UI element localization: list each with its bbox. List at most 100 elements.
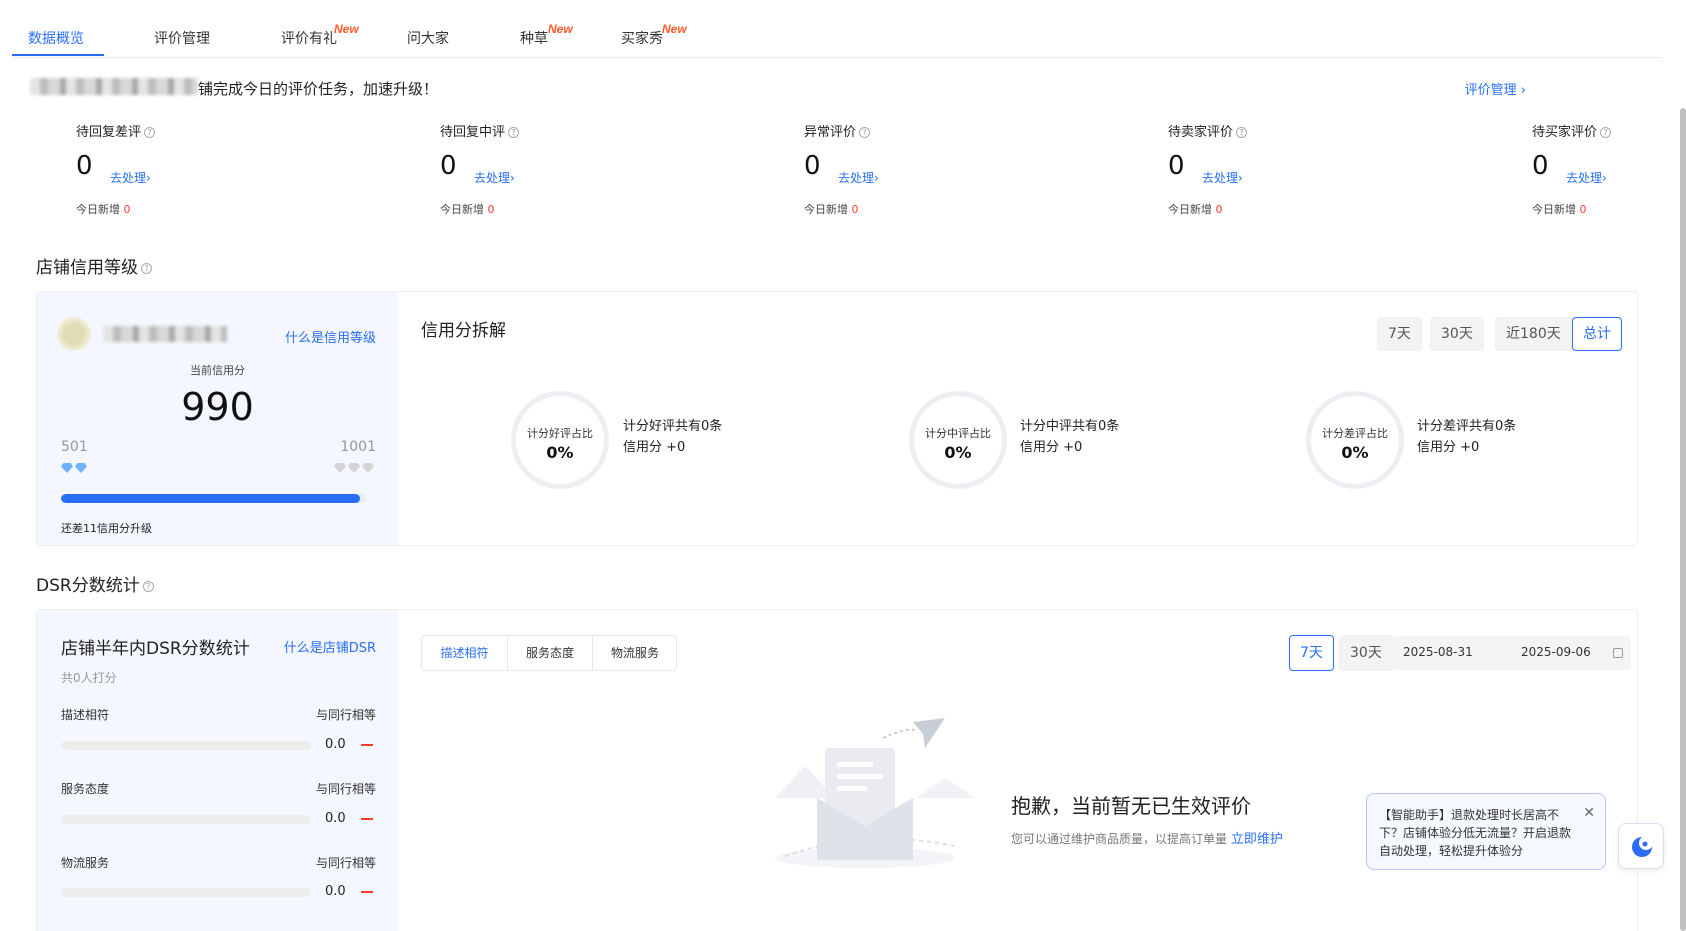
close-icon[interactable]: ✕ (1583, 804, 1595, 822)
stat-count: 0 (804, 151, 821, 181)
today-new-label: 今日新增 (440, 203, 484, 216)
help-icon[interactable]: ? (141, 262, 152, 274)
today-new-value: 0 (123, 203, 131, 216)
blurred-level-name (103, 326, 227, 342)
date-start: 2025-08-31 (1403, 645, 1473, 659)
today-new-label: 今日新增 (1168, 203, 1212, 216)
stat-title: 异常评价 (804, 125, 857, 140)
current-credit-label: 当前信用分 (190, 364, 245, 377)
new-badge: New (548, 22, 573, 36)
period-total-button[interactable]: 总计 (1572, 317, 1622, 351)
stat-pending-bad-reply: 待回复差评? 0 去处理› 今日新增 0 (76, 121, 276, 216)
what-is-credit-link[interactable]: 什么是信用等级 (285, 327, 376, 346)
active-tab-indicator (12, 54, 104, 56)
ring-value: 0% (944, 443, 972, 462)
period-30d-button[interactable]: 30天 (1430, 317, 1484, 351)
tab-review-rewards[interactable]: 评价有礼 New (281, 22, 359, 48)
period-7d-button[interactable]: 7天 (1377, 317, 1422, 351)
dsr-row-compare: 与同行相等 (315, 782, 376, 796)
dsr-row-compare: 与同行相等 (315, 708, 376, 722)
diamond-icon (334, 463, 346, 473)
credit-max: 1001 (340, 439, 376, 455)
credit-breakdown-title: 信用分拆解 (421, 321, 506, 341)
stat-count: 0 (1168, 151, 1185, 181)
stat-pending-buyer-review: 待买家评价? 0 去处理› 今日新增 0 (1532, 121, 1686, 216)
tab-ask-everyone[interactable]: 问大家 (407, 28, 449, 48)
assistant-toast: 【智能助手】退款处理时长居高不下？店铺体验分低无流量？开启退款自动处理，轻松提升… (1366, 793, 1606, 870)
tab-seeding[interactable]: 种草 New (520, 22, 573, 48)
dsr-row-label: 物流服务 (61, 856, 110, 870)
stat-title: 待回复差评 (76, 125, 142, 140)
good-review-detail: 计分好评共有0条 信用分 +0 (623, 416, 722, 458)
page-scrollbar[interactable] (1680, 108, 1686, 931)
review-management-link[interactable]: 评价管理 › (1465, 79, 1526, 98)
ring-label: 计分好评占比 (527, 427, 593, 440)
ring-count-text: 计分好评共有0条 (623, 419, 723, 434)
tab-description-match[interactable]: 描述相符 (422, 636, 507, 670)
empty-mailbox-illustration (775, 718, 975, 868)
ring-count-text: 计分中评共有0条 (1020, 419, 1120, 434)
dsr-rating-count: 共0人打分 (61, 671, 117, 685)
next-level-diamonds (334, 458, 376, 477)
dsr-compare-dash (361, 744, 373, 746)
today-new-value: 0 (1579, 203, 1587, 216)
process-link[interactable]: 去处理› (110, 169, 151, 186)
today-new-value: 0 (1215, 203, 1223, 216)
assistant-icon (1632, 836, 1653, 857)
help-icon[interactable]: ? (1600, 127, 1612, 138)
tab-data-overview[interactable]: 数据概览 (28, 28, 84, 48)
process-link[interactable]: 去处理› (474, 169, 515, 186)
help-icon[interactable]: ? (859, 127, 871, 138)
dsr-row-value: 0.0 (325, 811, 346, 826)
dsr-period-7d-button[interactable]: 7天 (1289, 635, 1334, 671)
process-link[interactable]: 去处理› (1202, 169, 1243, 186)
dsr-compare-dash (361, 891, 373, 893)
ring-score-text: 信用分 +0 (1020, 440, 1083, 455)
maintain-now-link[interactable]: 立即维护 (1231, 832, 1283, 847)
tab-service-attitude[interactable]: 服务态度 (508, 636, 592, 670)
dsr-row-bar (61, 741, 311, 750)
help-icon[interactable]: ? (144, 127, 156, 138)
today-new-value: 0 (487, 203, 495, 216)
help-icon[interactable]: ? (142, 580, 154, 592)
tab-logistics-service[interactable]: 物流服务 (593, 636, 677, 670)
tab-buyer-show[interactable]: 买家秀 New (621, 22, 687, 48)
stat-title: 待卖家评价 (1168, 125, 1234, 140)
tab-review-management[interactable]: 评价管理 (154, 28, 210, 48)
dsr-panel-title: 店铺半年内DSR分数统计 (61, 639, 250, 659)
new-badge: New (334, 22, 359, 36)
help-icon[interactable]: ? (1236, 127, 1248, 138)
dsr-row-label: 描述相符 (61, 708, 110, 722)
credit-progress-fill (61, 494, 360, 503)
empty-state-subtitle: 您可以通过维护商品质量，以提高订单量 立即维护 (1011, 832, 1283, 847)
mid-review-detail: 计分中评共有0条 信用分 +0 (1020, 416, 1119, 458)
current-level-diamonds (61, 458, 89, 477)
stat-count: 0 (1532, 151, 1549, 181)
what-is-dsr-link[interactable]: 什么是店铺DSR (284, 637, 376, 656)
credit-card: 什么是信用等级 当前信用分 990 501 1001 还差11信用分升级 信用分… (36, 291, 1638, 546)
credit-score-panel: 什么是信用等级 当前信用分 990 501 1001 还差11信用分升级 (37, 292, 398, 545)
ring-score-text: 信用分 +0 (1417, 440, 1480, 455)
stat-abnormal-review: 异常评价? 0 去处理› 今日新增 0 (804, 121, 1004, 216)
upgrade-remaining: 还差11信用分升级 (61, 522, 152, 535)
ring-value: 0% (546, 443, 574, 462)
dsr-row-label: 服务态度 (61, 782, 110, 796)
today-new-label: 今日新增 (1532, 203, 1576, 216)
stat-pending-seller-review: 待卖家评价? 0 去处理› 今日新增 0 (1168, 121, 1368, 216)
help-icon[interactable]: ? (508, 127, 520, 138)
stat-pending-mid-reply: 待回复中评? 0 去处理› 今日新增 0 (440, 121, 640, 216)
period-180d-button[interactable]: 近180天 (1495, 317, 1572, 351)
empty-state-title: 抱歉，当前暂无已生效评价 (1011, 794, 1251, 818)
process-link[interactable]: 去处理› (1566, 169, 1607, 186)
ring-label: 计分差评占比 (1322, 427, 1388, 440)
calendar-icon[interactable] (1613, 648, 1623, 658)
assistant-button[interactable] (1618, 823, 1664, 869)
date-range-picker[interactable]: 2025-08-31 2025-09-06 (1393, 636, 1631, 670)
dsr-period-30d-button[interactable]: 30天 (1339, 635, 1393, 671)
dsr-row-value: 0.0 (325, 884, 346, 899)
ring-value: 0% (1341, 443, 1369, 462)
dsr-dimension-tabs: 描述相符 服务态度 物流服务 (421, 635, 677, 671)
ring-count-text: 计分差评共有0条 (1417, 419, 1517, 434)
process-link[interactable]: 去处理› (838, 169, 879, 186)
today-new-value: 0 (851, 203, 859, 216)
